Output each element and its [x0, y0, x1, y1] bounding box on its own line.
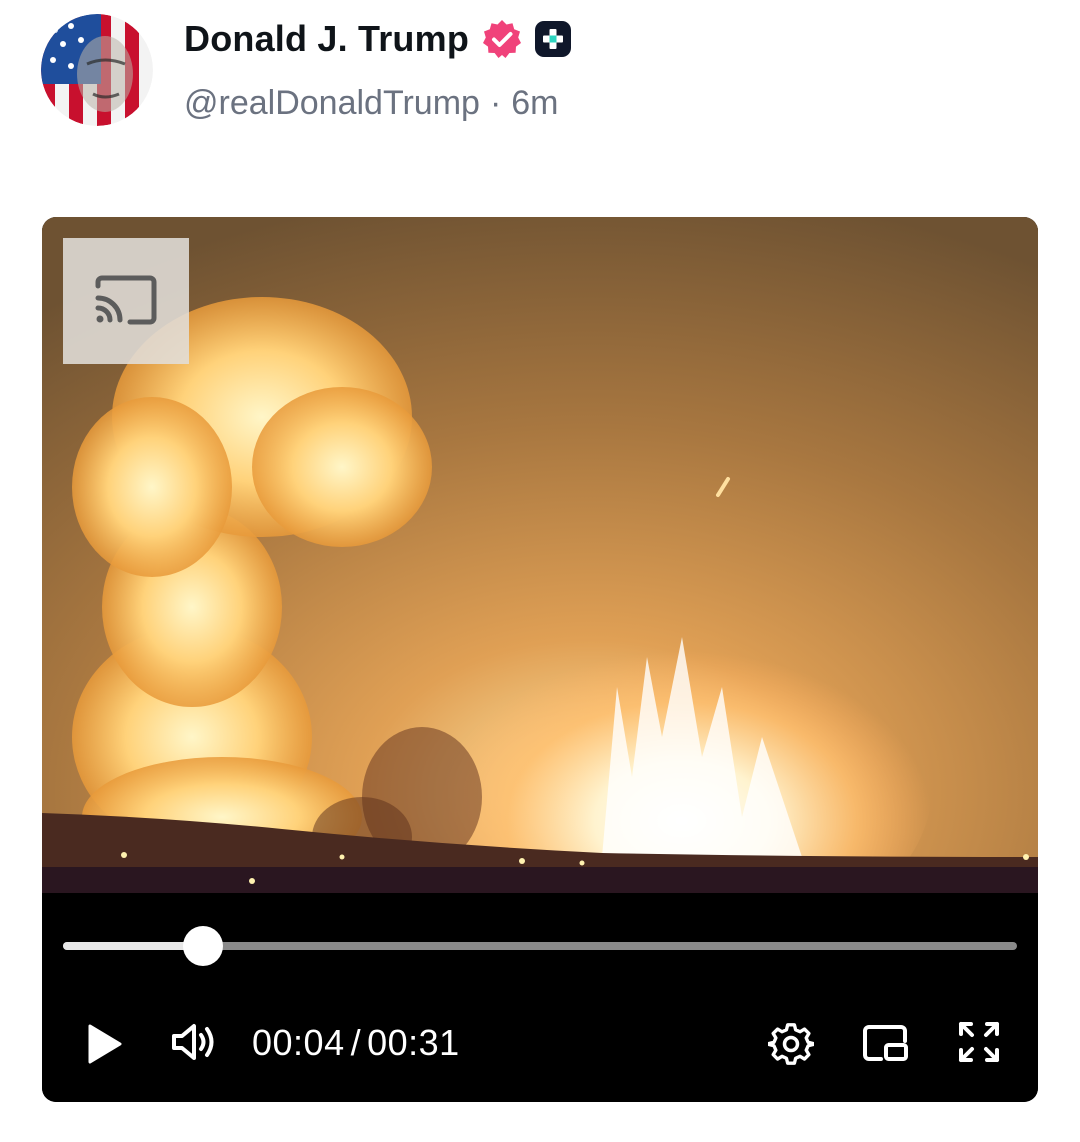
meta-separator: ·: [489, 83, 502, 122]
pip-button[interactable]: [860, 1023, 910, 1067]
settings-button[interactable]: [766, 1021, 816, 1071]
gear-icon: [767, 1021, 815, 1072]
volume-button[interactable]: [168, 1021, 222, 1067]
picture-in-picture-icon: [861, 1023, 909, 1068]
play-icon: [84, 1022, 124, 1071]
progress-fill: [63, 942, 204, 950]
progress-bar[interactable]: [63, 926, 1017, 966]
author-meta-row: @realDonaldTrump · 6m: [184, 80, 559, 126]
fullscreen-button[interactable]: [956, 1021, 1002, 1067]
time-display: 00:04 / 00:31: [252, 1022, 460, 1063]
current-time: 00:04: [252, 1022, 345, 1063]
play-button[interactable]: [80, 1024, 128, 1068]
video-controls: 00:04 / 00:31: [42, 893, 1038, 1102]
author-handle[interactable]: @realDonaldTrump: [184, 84, 480, 123]
video-frame[interactable]: [42, 217, 1038, 893]
progress-thumb[interactable]: [183, 926, 224, 966]
post-timestamp[interactable]: 6m: [511, 84, 558, 123]
avatar[interactable]: [41, 14, 153, 126]
verified-badge-icon: [481, 18, 523, 60]
author-display-name[interactable]: Donald J. Trump: [184, 18, 469, 60]
duration: 00:31: [367, 1022, 460, 1063]
cast-button[interactable]: [63, 238, 189, 364]
fullscreen-icon: [957, 1020, 1001, 1069]
video-player[interactable]: 00:04 / 00:31: [42, 217, 1038, 1102]
time-separator: /: [350, 1022, 362, 1063]
plus-badge-icon: [533, 19, 573, 59]
post: Donald J. Trump @realDonaldTrump · 6m 00…: [0, 0, 1080, 1142]
cast-icon: [94, 274, 158, 328]
volume-icon: [170, 1020, 220, 1069]
author-name-row: Donald J. Trump: [184, 14, 573, 64]
